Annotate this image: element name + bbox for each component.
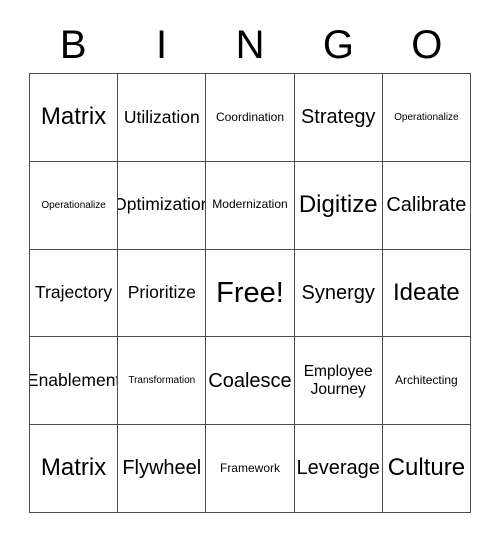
bingo-cell-r2c5[interactable]: Calibrate: [382, 161, 471, 250]
bingo-cell-label: Matrix: [40, 454, 107, 482]
bingo-cell-label: Ideate: [393, 278, 460, 306]
bingo-cell-r5c5[interactable]: Culture: [382, 425, 471, 513]
bingo-cell-label: Flywheel: [122, 457, 202, 480]
bingo-cell-label: Digitize: [298, 190, 378, 218]
bingo-cell-free-space[interactable]: Free!: [206, 249, 295, 338]
bingo-cell-r3c2[interactable]: Prioritize: [118, 249, 207, 338]
bingo-cell-r4c2[interactable]: Transformation: [118, 337, 207, 426]
bingo-cell-label: Operationalize: [41, 199, 106, 211]
bingo-cell-r4c1[interactable]: Enablement: [30, 337, 119, 426]
bingo-cell-r3c1[interactable]: Trajectory: [30, 249, 119, 338]
bingo-header-letter-g: G: [322, 22, 354, 67]
bingo-cell-r1c1[interactable]: Matrix: [30, 74, 119, 162]
bingo-cell-r4c5[interactable]: Architecting: [382, 337, 471, 426]
bingo-cell-r1c3[interactable]: Coordination: [206, 74, 295, 162]
bingo-cell-r2c2[interactable]: Optimization: [118, 161, 207, 250]
bingo-cell-label: Prioritize: [127, 282, 196, 303]
bingo-cell-label: Matrix: [40, 102, 107, 130]
bingo-cell-label: Leverage: [296, 457, 380, 480]
bingo-cell-r5c3[interactable]: Framework: [206, 425, 295, 513]
bingo-cell-label: Transformation: [128, 375, 196, 387]
bingo-header-row: B I N G O: [29, 16, 471, 73]
bingo-free-space-label: Free!: [216, 276, 284, 309]
bingo-cell-r3c5[interactable]: Ideate: [382, 249, 471, 338]
bingo-cell-label: Coordination: [215, 109, 285, 124]
bingo-cell-label: Culture: [387, 454, 466, 482]
bingo-cell-r5c2[interactable]: Flywheel: [118, 425, 207, 513]
bingo-cell-r4c4[interactable]: Employee Journey: [294, 337, 383, 426]
bingo-cell-label: Strategy: [300, 106, 376, 129]
bingo-cell-r4c3[interactable]: Coalesce: [206, 337, 295, 426]
bingo-cell-r5c1[interactable]: Matrix: [30, 425, 119, 513]
bingo-header-letter-b: B: [59, 22, 87, 67]
bingo-cell-r2c4[interactable]: Digitize: [294, 161, 383, 250]
bingo-cell-label: Employee Journey: [303, 363, 373, 398]
bingo-cell-label: Trajectory: [35, 282, 113, 303]
bingo-header-letter-i: I: [156, 22, 168, 67]
bingo-grid: Matrix Utilization Coordination Strategy…: [29, 73, 471, 513]
bingo-card: B I N G O Matrix Utilization Coordinatio…: [0, 0, 500, 544]
bingo-cell-r2c3[interactable]: Modernization: [206, 161, 295, 250]
bingo-cell-r1c2[interactable]: Utilization: [118, 74, 207, 162]
bingo-cell-label: Modernization: [212, 197, 288, 212]
bingo-cell-r1c4[interactable]: Strategy: [294, 74, 383, 162]
bingo-cell-label: Coalesce: [208, 369, 292, 392]
bingo-cell-label: Framework: [219, 460, 280, 475]
bingo-cell-label: Architecting: [395, 373, 458, 388]
bingo-cell-r5c4[interactable]: Leverage: [294, 425, 383, 513]
bingo-cell-r1c5[interactable]: Operationalize: [382, 74, 471, 162]
bingo-cell-label: Enablement: [30, 369, 119, 390]
bingo-header-letter-n: N: [235, 22, 265, 67]
bingo-cell-label: Optimization: [118, 194, 207, 215]
bingo-cell-label: Operationalize: [394, 111, 459, 123]
bingo-cell-r3c4[interactable]: Synergy: [294, 249, 383, 338]
bingo-cell-label: Utilization: [123, 106, 200, 127]
bingo-header-letter-o: O: [411, 22, 443, 67]
bingo-cell-r2c1[interactable]: Operationalize: [30, 161, 119, 250]
bingo-cell-label: Calibrate: [386, 194, 467, 216]
bingo-cell-label: Synergy: [301, 281, 375, 304]
